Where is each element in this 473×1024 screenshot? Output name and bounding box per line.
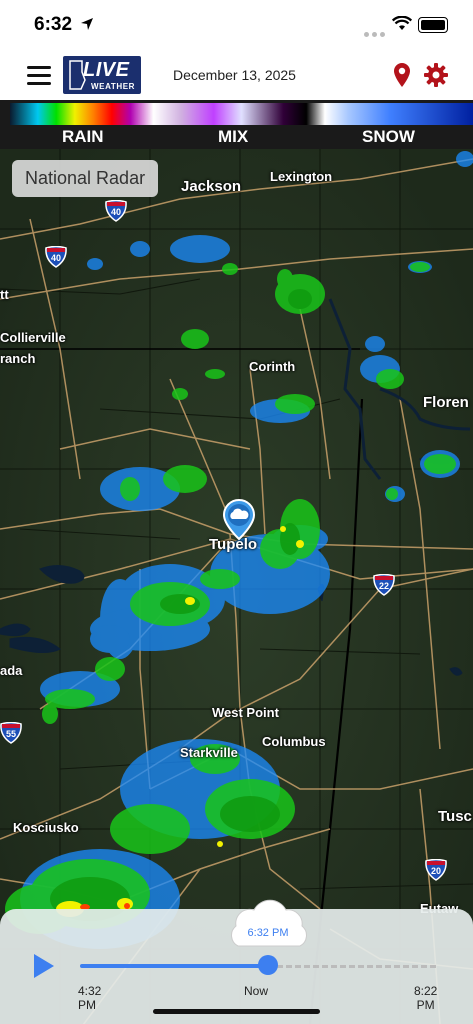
radar-map[interactable]: National Radar Jackson Lexington tt Coll…: [0, 149, 473, 1024]
city-label-corinth: Corinth: [249, 359, 296, 374]
legend-color-bar: [10, 103, 473, 125]
app-header: LIVE WEATHER December 13, 2025: [0, 50, 473, 100]
city-label-kosciusko: Kosciusko: [13, 820, 79, 835]
legend-rain-label: RAIN: [62, 127, 104, 146]
current-time-cloud-icon: [231, 899, 307, 947]
legend-snow-label: SNOW: [362, 127, 415, 146]
city-label-lexington: Lexington: [270, 169, 333, 184]
play-icon[interactable]: [33, 953, 55, 979]
interstate-shield-40-west: 40: [45, 245, 67, 268]
logo-sub-text: WEATHER: [91, 82, 136, 91]
city-label-collierville: Collierville: [0, 330, 66, 345]
city-label-jackson: Jackson: [181, 178, 242, 195]
city-label-grenada: ada: [0, 663, 23, 678]
timeline-progress-track[interactable]: [80, 964, 268, 968]
map-location-pin-icon[interactable]: [222, 499, 256, 541]
menu-icon[interactable]: [27, 66, 51, 86]
map-base-layer: [0, 149, 473, 1024]
city-label-tuscaloosa: Tusc: [438, 808, 472, 825]
battery-icon: [418, 17, 448, 33]
legend-mix-label: MIX: [218, 127, 249, 146]
timeline-future-track[interactable]: [268, 965, 436, 968]
wifi-icon: [392, 16, 412, 30]
timeline-end-label: 8:22 PM: [414, 984, 438, 1012]
status-bar: 6:32: [0, 0, 473, 50]
city-label-att: tt: [0, 287, 9, 302]
status-time: 6:32: [34, 14, 73, 35]
city-label-columbus: Columbus: [262, 734, 326, 749]
logo-main-text: LIVE: [83, 59, 130, 81]
timeline-start-label: 4:32 PM: [78, 984, 102, 1012]
timeline-scrubber-handle[interactable]: [258, 955, 278, 975]
precip-legend: RAIN MIX SNOW: [0, 100, 473, 149]
home-indicator: [153, 1009, 320, 1014]
location-pin-icon[interactable]: [392, 62, 412, 88]
interstate-shield-40: 40: [105, 199, 127, 222]
national-radar-button[interactable]: National Radar: [12, 160, 159, 197]
interstate-shield-55: 55: [0, 721, 22, 744]
current-time-label: 6:32 PM: [247, 927, 289, 939]
timeline-now-label: Now: [244, 984, 269, 998]
signal-icon: [364, 24, 388, 42]
city-label-west-point: West Point: [212, 705, 279, 720]
location-arrow-icon: [81, 18, 93, 30]
app-logo: LIVE WEATHER: [63, 56, 141, 94]
city-label-florence: Floren: [423, 394, 469, 411]
header-date: December 13, 2025: [173, 67, 296, 83]
city-label-branch: ranch: [0, 351, 36, 366]
interstate-shield-22: 22: [373, 573, 395, 596]
city-label-starkville: Starkville: [180, 745, 238, 760]
gear-icon[interactable]: [424, 63, 448, 87]
interstate-shield-20: 20: [425, 858, 447, 881]
